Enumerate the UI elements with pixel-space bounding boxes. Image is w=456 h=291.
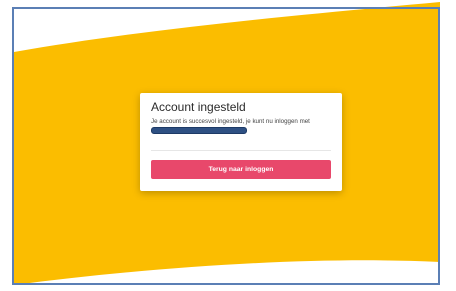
card-title: Account ingesteld: [151, 100, 246, 114]
card-message-text: Je account is succesvol ingesteld, je ku…: [151, 118, 310, 125]
card-message: Je account is succesvol ingesteld, je ku…: [151, 118, 333, 135]
back-to-login-button[interactable]: Terug naar inloggen: [151, 160, 331, 179]
confirmation-card: Account ingesteld Je account is succesvo…: [140, 93, 342, 191]
page: Account ingesteld Je account is succesvo…: [0, 0, 456, 291]
redacted-email: [151, 126, 247, 134]
divider: [151, 150, 331, 151]
